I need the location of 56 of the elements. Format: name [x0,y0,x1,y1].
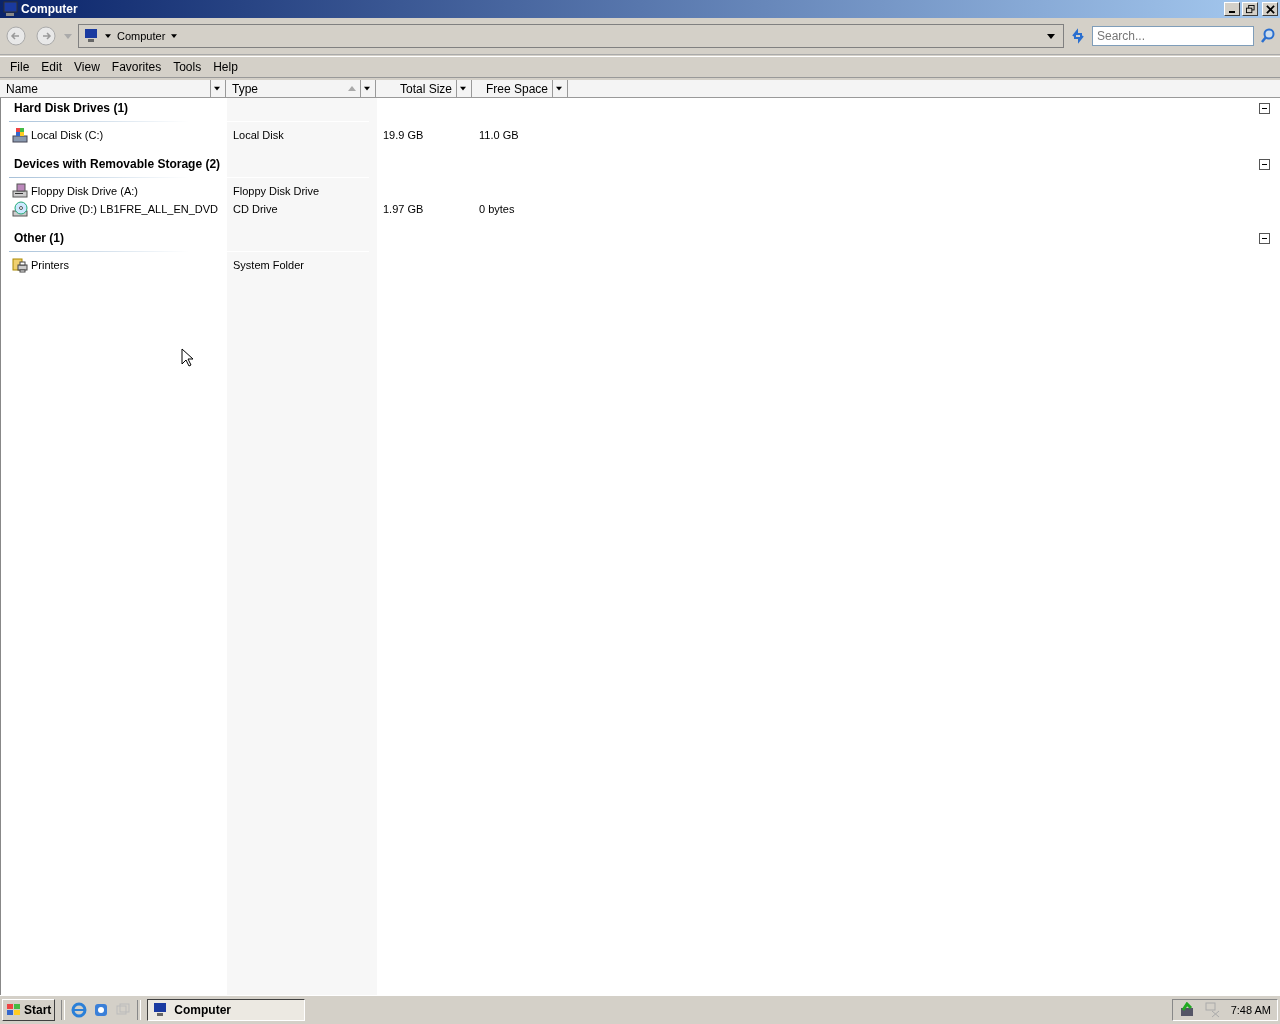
free-space: 0 bytes [479,203,515,215]
search-field[interactable]: Search... [1092,26,1254,46]
search-icon[interactable] [1260,28,1276,44]
sort-up-icon [348,86,356,91]
group-header[interactable]: Devices with Removable Storage (2) [14,157,221,171]
collapse-button[interactable] [1259,232,1270,244]
dropdown-arrow-icon[interactable] [105,34,111,38]
item-name[interactable]: Printers [31,259,69,271]
column-header[interactable]: Type [226,80,376,97]
group-header[interactable]: Hard Disk Drives (1) [14,101,129,115]
menu-item[interactable]: View [68,60,106,74]
item-name[interactable]: CD Drive (D:) LB1FRE_ALL_EN_DVD [31,203,219,215]
item-type: CD Drive [233,203,278,215]
minimize-icon [1229,11,1235,13]
dropdown-arrow-icon[interactable] [171,34,178,38]
dropdown-arrow-icon[interactable] [1047,33,1055,39]
group-header[interactable]: Other (1) [14,231,64,245]
collapse-button[interactable] [1259,102,1270,114]
computer-icon [152,1003,169,1017]
column-header[interactable]: Name [0,80,226,97]
start-button[interactable]: Start [2,999,56,1021]
column-header[interactable]: Free Space [472,80,568,97]
item-name[interactable]: Local Disk (C:) [31,129,104,141]
close-button[interactable] [1262,2,1278,16]
windows-logo-icon [6,1003,22,1017]
item-type: System Folder [233,259,304,271]
item-type: Local Disk [233,129,284,141]
network-icon[interactable] [1178,1002,1195,1018]
hard-drive-icon [12,127,28,143]
address-location[interactable]: Computer [117,30,166,42]
computer-icon [2,1,18,17]
clock: 7:48 AM [1230,1004,1271,1016]
minimize-button[interactable] [1224,2,1240,16]
total-size: 19.9 GB [383,129,424,141]
collapse-button[interactable] [1259,158,1270,170]
taskbar-button[interactable]: Computer [147,999,306,1021]
browser-icon[interactable] [71,1002,88,1018]
free-space: 11.0 GB [479,129,519,141]
total-size: 1.97 GB [383,203,424,215]
item-name[interactable]: Floppy Disk Drive (A:) [31,185,138,197]
refresh-icon[interactable] [1070,28,1086,44]
cd-drive-icon [12,201,28,217]
computer-icon [83,29,99,43]
floppy-drive-icon [12,183,28,199]
window-title: Computer [21,2,79,16]
printer-folder-icon [12,257,28,273]
item-type: Floppy Disk Drive [233,185,320,197]
menu-item[interactable]: Edit [35,60,69,74]
menu-item[interactable]: Help [207,60,244,74]
menu-item[interactable]: Tools [167,60,208,74]
mouse-cursor-icon [181,348,193,367]
menu-item[interactable]: File [4,60,36,74]
restore-button[interactable] [1242,2,1258,16]
menu-item[interactable]: Favorites [105,60,168,74]
address-field[interactable]: Computer [78,24,1064,48]
column-header[interactable]: Total Size [376,80,472,97]
